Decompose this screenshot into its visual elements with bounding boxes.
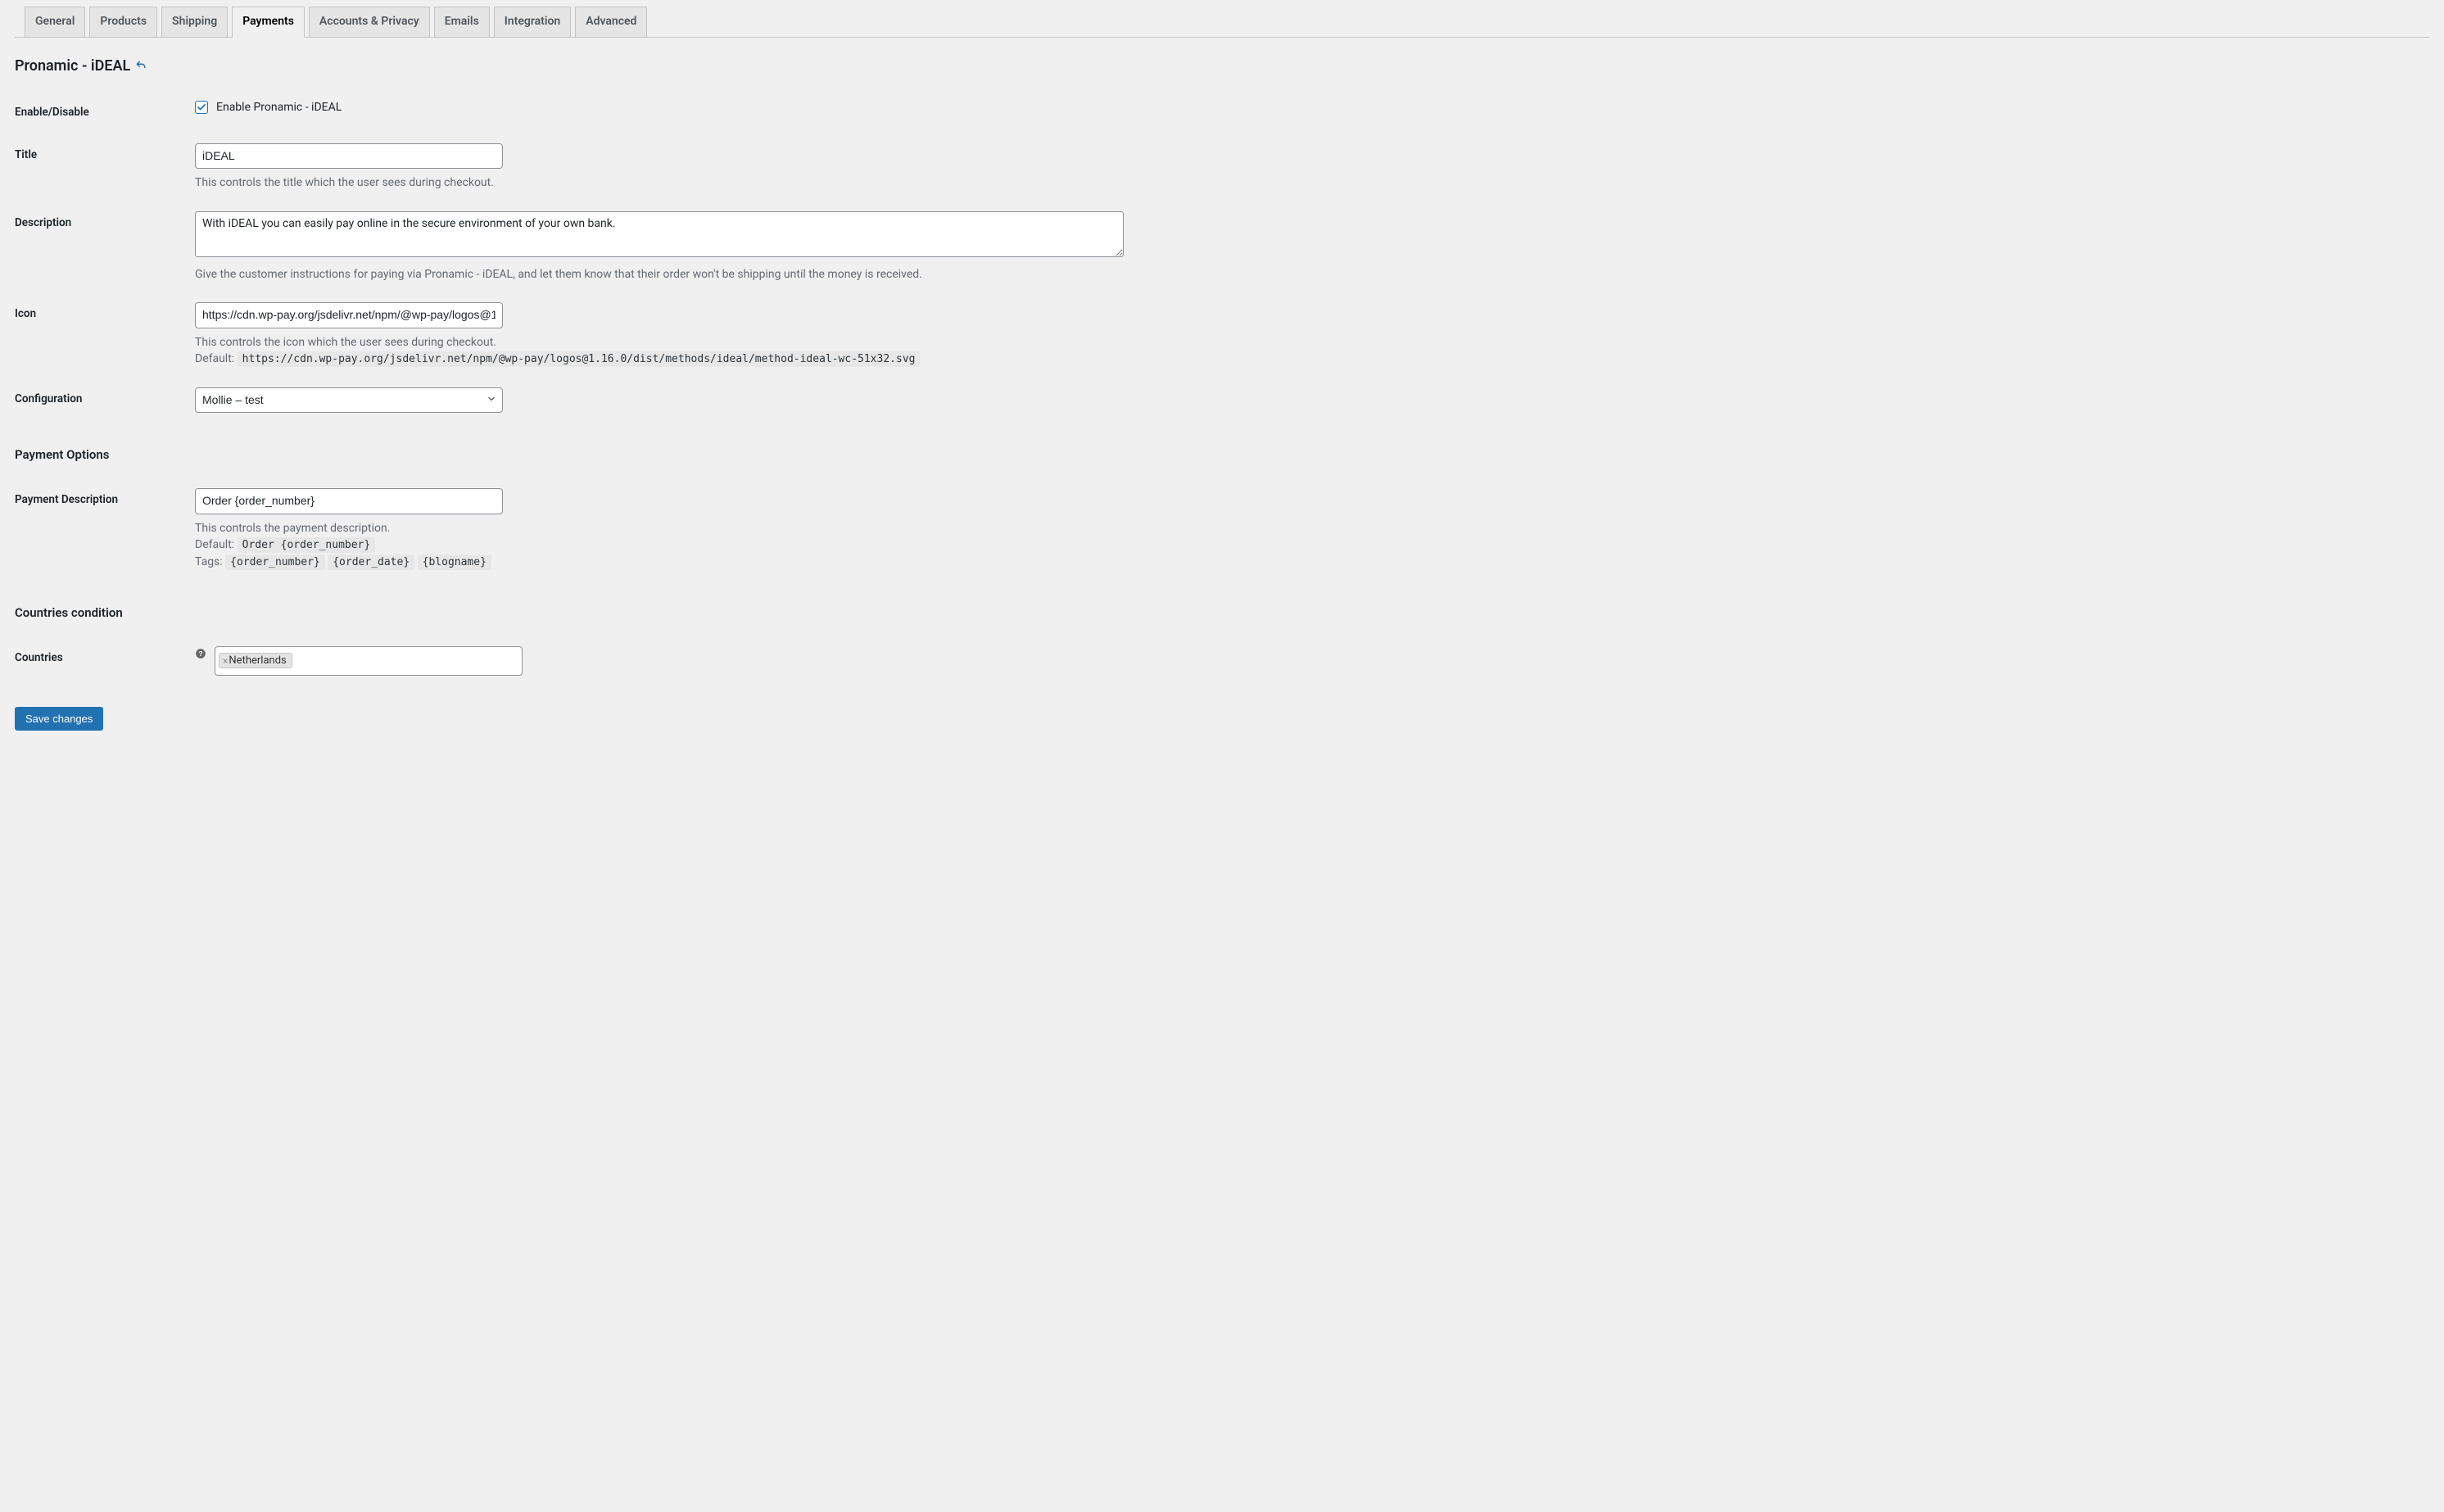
remove-tag-icon[interactable]: × (223, 655, 228, 667)
payment-desc-tag-2: {blogname} (418, 555, 491, 570)
tab-shipping[interactable]: Shipping (161, 7, 228, 38)
payment-desc-help-line1: This controls the payment description. (195, 522, 390, 535)
title-input[interactable] (195, 143, 503, 170)
tab-advanced[interactable]: Advanced (575, 7, 647, 38)
save-changes-button[interactable]: Save changes (15, 707, 103, 731)
tab-payments[interactable]: Payments (232, 7, 305, 38)
countries-condition-heading: Countries condition (15, 605, 2429, 620)
payment-desc-tag-1: {order_date} (328, 555, 414, 570)
return-arrow-icon (135, 60, 147, 71)
page-title-text: Pronamic - iDEAL (15, 57, 130, 75)
tab-accounts-privacy[interactable]: Accounts & Privacy (309, 7, 430, 38)
description-help: Give the customer instructions for payin… (195, 266, 1124, 283)
countries-label: Countries (15, 636, 195, 686)
checkmark-icon (197, 102, 206, 112)
payment-description-input[interactable] (195, 488, 503, 514)
icon-default-label: Default: (195, 352, 234, 365)
enable-disable-label: Enable/Disable (15, 91, 195, 134)
help-tooltip-icon[interactable]: ? (195, 648, 206, 659)
enable-checkbox[interactable] (195, 101, 208, 114)
title-label: Title (15, 134, 195, 201)
tab-general[interactable]: General (25, 7, 85, 38)
settings-tabs: GeneralProductsShippingPaymentsAccounts … (15, 7, 2429, 38)
payment-desc-default-label: Default: (195, 538, 234, 551)
tab-integration[interactable]: Integration (494, 7, 571, 38)
tab-products[interactable]: Products (89, 7, 157, 38)
svg-text:?: ? (199, 650, 203, 658)
country-tag: × Netherlands (219, 653, 292, 668)
payment-desc-tag-0: {order_number} (225, 555, 325, 570)
configuration-select[interactable]: Mollie – test (195, 387, 503, 414)
icon-help-line1: This controls the icon which the user se… (195, 336, 496, 349)
tab-emails[interactable]: Emails (434, 7, 490, 38)
payment-desc-tags-label: Tags: (195, 555, 223, 568)
icon-input[interactable] (195, 302, 503, 328)
description-textarea[interactable]: With iDEAL you can easily pay online in … (195, 211, 1124, 257)
payment-options-heading: Payment Options (15, 447, 2429, 462)
enable-checkbox-wrap[interactable]: Enable Pronamic - iDEAL (195, 101, 2421, 114)
countries-multiselect[interactable]: × Netherlands (215, 646, 523, 676)
icon-default-code: https://cdn.wp-pay.org/jsdelivr.net/npm/… (238, 351, 921, 367)
payment-description-help: This controls the payment description. D… (195, 520, 1124, 571)
payment-description-label: Payment Description (15, 478, 195, 581)
description-label: Description (15, 201, 195, 292)
page-title: Pronamic - iDEAL (15, 57, 2429, 75)
payment-desc-default-code: Order {order_number} (238, 537, 376, 553)
title-help: This controls the title which the user s… (195, 174, 1124, 191)
country-tag-label: Netherlands (229, 654, 286, 667)
configuration-label: Configuration (15, 378, 195, 423)
enable-checkbox-label: Enable Pronamic - iDEAL (216, 101, 342, 114)
back-link[interactable] (135, 60, 147, 71)
icon-label: Icon (15, 292, 195, 378)
icon-help: This controls the icon which the user se… (195, 334, 1124, 368)
